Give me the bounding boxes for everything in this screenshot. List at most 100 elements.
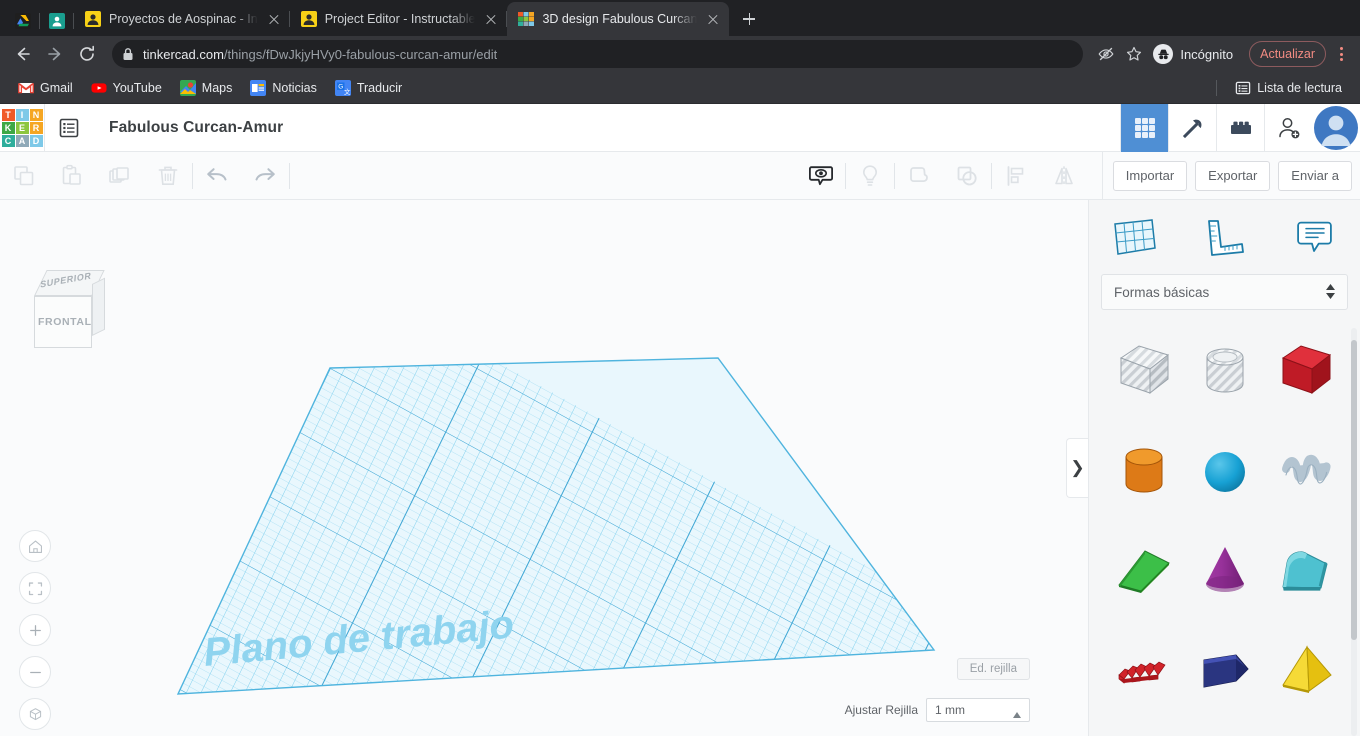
translate-icon: G 文 xyxy=(334,79,351,96)
bookmark-youtube[interactable]: YouTube xyxy=(83,76,170,100)
shape-item-scribble[interactable] xyxy=(1265,428,1346,516)
grouping-tool-group xyxy=(895,152,991,200)
pinned-tab-google-contacts[interactable] xyxy=(40,6,74,36)
browser-tab-3-title: 3D design Fabulous Curcan xyxy=(542,12,698,26)
shape-list-toggle-button[interactable] xyxy=(45,104,93,152)
browser-chrome: Proyectos de Aospinac - In Project Edito… xyxy=(0,0,1360,104)
tinkercad-logo[interactable]: T I N K E R C A D xyxy=(0,108,44,147)
view-cube[interactable]: SUPERIOR FRONTAL xyxy=(24,270,110,356)
shape-scrollbar-thumb[interactable] xyxy=(1351,340,1357,640)
export-button[interactable]: Exportar xyxy=(1195,160,1271,191)
shape-item-box[interactable] xyxy=(1265,328,1346,416)
shapes-panel: Formas básicas xyxy=(1088,200,1360,736)
workplane[interactable]: Plano de trabajo xyxy=(0,200,1088,736)
bookmark-noticias[interactable]: Noticias xyxy=(242,76,324,100)
bookmark-youtube-label: YouTube xyxy=(112,80,162,95)
snap-grid-label: Ajustar Rejilla xyxy=(844,703,918,717)
browser-tab-3-close-icon[interactable] xyxy=(705,11,721,27)
paste-button[interactable] xyxy=(48,152,96,200)
shape-item-sphere[interactable] xyxy=(1184,428,1265,516)
send-to-button-label: Enviar a xyxy=(1291,168,1339,183)
browser-tab-3[interactable]: 3D design Fabulous Curcan xyxy=(507,2,730,36)
header-minecraft-button[interactable] xyxy=(1168,103,1216,152)
browser-tab-2-close-icon[interactable] xyxy=(483,11,499,27)
bookmark-traducir[interactable]: G 文 Traducir xyxy=(327,76,410,100)
shape-item-hollow-box[interactable] xyxy=(1103,328,1184,416)
avatar[interactable] xyxy=(1312,104,1360,152)
reading-list-label: Lista de lectura xyxy=(1257,80,1342,95)
forward-button[interactable] xyxy=(40,39,70,69)
view-cube-side-face[interactable] xyxy=(92,277,105,336)
shape-item-text[interactable] xyxy=(1103,628,1184,716)
fit-view-button[interactable] xyxy=(19,572,51,604)
workplane-tool-button[interactable] xyxy=(1089,200,1179,274)
shape-item-hollow-cylinder[interactable] xyxy=(1184,328,1265,416)
snap-grid-select[interactable]: 1 mm xyxy=(926,698,1030,722)
app-toolbar: Importar Exportar Enviar a xyxy=(0,151,1360,200)
grid-edit-button[interactable]: Ed. rejilla xyxy=(956,658,1030,680)
group-button[interactable] xyxy=(895,152,943,200)
header-bricks-button[interactable] xyxy=(1216,103,1264,152)
tracking-protection-button[interactable] xyxy=(1093,41,1119,67)
address-bar[interactable]: tinkercad.com/things/fDwJkjyHVy0-fabulou… xyxy=(112,40,1084,68)
import-button[interactable]: Importar xyxy=(1112,160,1188,191)
undo-button[interactable] xyxy=(193,152,241,200)
header-blocks-button[interactable] xyxy=(1120,103,1168,152)
browser-toolbar: tinkercad.com/things/fDwJkjyHVy0-fabulou… xyxy=(0,36,1360,72)
instructables-icon xyxy=(300,11,317,27)
page-title: Fabulous Curcan-Amur xyxy=(109,118,284,136)
browser-tab-2[interactable]: Project Editor - Instructable xyxy=(290,2,508,36)
zoom-in-button[interactable] xyxy=(19,614,51,646)
update-button[interactable]: Actualizar xyxy=(1249,41,1326,67)
bookmark-star-button[interactable] xyxy=(1121,41,1147,67)
copy-button[interactable] xyxy=(0,152,48,200)
show-hide-button[interactable] xyxy=(797,152,845,200)
back-button[interactable] xyxy=(8,39,38,69)
shape-list-scroll-area[interactable] xyxy=(1089,328,1360,736)
shape-item-wedge[interactable] xyxy=(1103,528,1184,616)
news-icon xyxy=(250,79,267,96)
panel-collapse-button[interactable]: ❯ xyxy=(1066,438,1088,498)
browser-tab-1-title: Proyectos de Aospinac - In xyxy=(109,12,258,26)
kebab-dot xyxy=(1339,52,1343,56)
header-invite-button[interactable] xyxy=(1264,103,1312,152)
shape-item-cylinder[interactable] xyxy=(1103,428,1184,516)
instructables-icon xyxy=(85,11,101,27)
send-to-button[interactable]: Enviar a xyxy=(1278,160,1352,191)
browser-tab-1-close-icon[interactable] xyxy=(266,11,282,27)
ruler-tool-button[interactable] xyxy=(1179,200,1269,274)
shape-item-pyramid[interactable] xyxy=(1265,628,1346,716)
zoom-out-button[interactable] xyxy=(19,656,51,688)
shape-item-polygon[interactable] xyxy=(1184,628,1265,716)
redo-button[interactable] xyxy=(241,152,289,200)
blocks-grid-icon xyxy=(1134,117,1155,138)
snap-grid-control: Ajustar Rejilla 1 mm xyxy=(845,698,1030,722)
reload-button[interactable] xyxy=(72,39,102,69)
pinned-tab-google-drive[interactable] xyxy=(6,6,40,36)
caret-up-icon xyxy=(1013,707,1021,721)
bookmark-gmail[interactable]: Gmail xyxy=(10,76,81,100)
home-view-button[interactable] xyxy=(19,530,51,562)
mirror-button[interactable] xyxy=(1040,152,1088,200)
delete-button[interactable] xyxy=(144,152,192,200)
incognito-badge xyxy=(1153,44,1174,64)
svg-text:G: G xyxy=(338,83,343,90)
browser-tab-1[interactable]: Proyectos de Aospinac - In xyxy=(74,2,290,36)
incognito-indicator[interactable]: Incógnito xyxy=(1149,40,1243,68)
shape-category-select[interactable]: Formas básicas xyxy=(1101,274,1348,310)
align-button[interactable] xyxy=(992,152,1040,200)
bookmark-maps[interactable]: Maps xyxy=(172,76,241,100)
tinkercad-logo-grid: T I N K E R C A D xyxy=(1,108,43,147)
light-button[interactable] xyxy=(846,152,894,200)
ungroup-button[interactable] xyxy=(943,152,991,200)
new-tab-button[interactable] xyxy=(735,5,763,33)
browser-menu-button[interactable] xyxy=(1330,41,1352,67)
duplicate-button[interactable] xyxy=(96,152,144,200)
shape-item-round-roof[interactable] xyxy=(1265,528,1346,616)
note-tool-button[interactable] xyxy=(1270,200,1360,274)
perspective-toggle-button[interactable] xyxy=(19,698,51,730)
reading-list-button[interactable]: Lista de lectura xyxy=(1227,76,1350,100)
tab-strip: Proyectos de Aospinac - In Project Edito… xyxy=(0,0,1360,36)
3d-viewport[interactable]: Plano de trabajo SUPERIOR FRONTAL Ed. re… xyxy=(0,200,1088,736)
shape-item-cone[interactable] xyxy=(1184,528,1265,616)
